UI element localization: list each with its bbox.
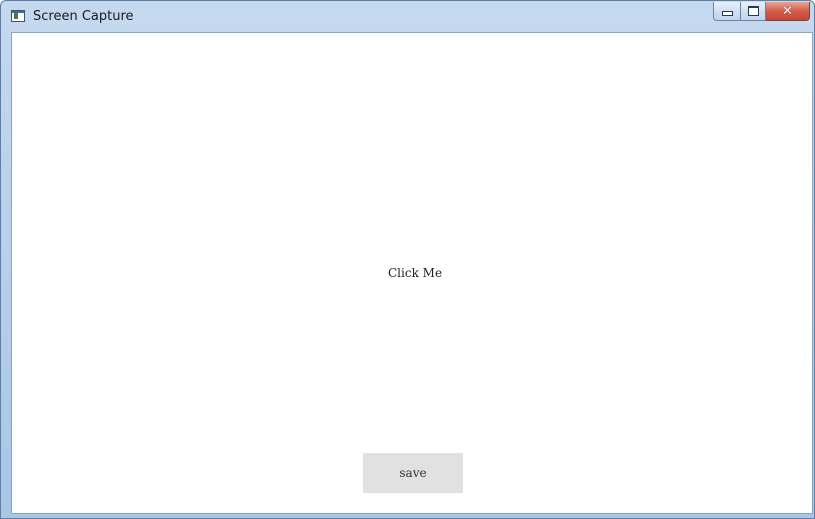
window-controls: ✕ xyxy=(713,2,810,21)
app-window-icon xyxy=(11,10,25,22)
close-icon: ✕ xyxy=(782,3,793,19)
title-bar[interactable]: Screen Capture ✕ xyxy=(1,1,814,31)
maximize-icon xyxy=(747,6,759,16)
client-area: Click Me save xyxy=(11,32,813,514)
click-me-label[interactable]: Click Me xyxy=(388,266,442,280)
minimize-button[interactable] xyxy=(713,2,740,21)
close-button[interactable]: ✕ xyxy=(766,2,810,21)
save-button[interactable]: save xyxy=(363,453,463,493)
app-window: Screen Capture ✕ Click Me save xyxy=(0,0,815,519)
maximize-button[interactable] xyxy=(740,2,766,21)
minimize-icon xyxy=(721,11,733,16)
window-title: Screen Capture xyxy=(33,9,134,24)
